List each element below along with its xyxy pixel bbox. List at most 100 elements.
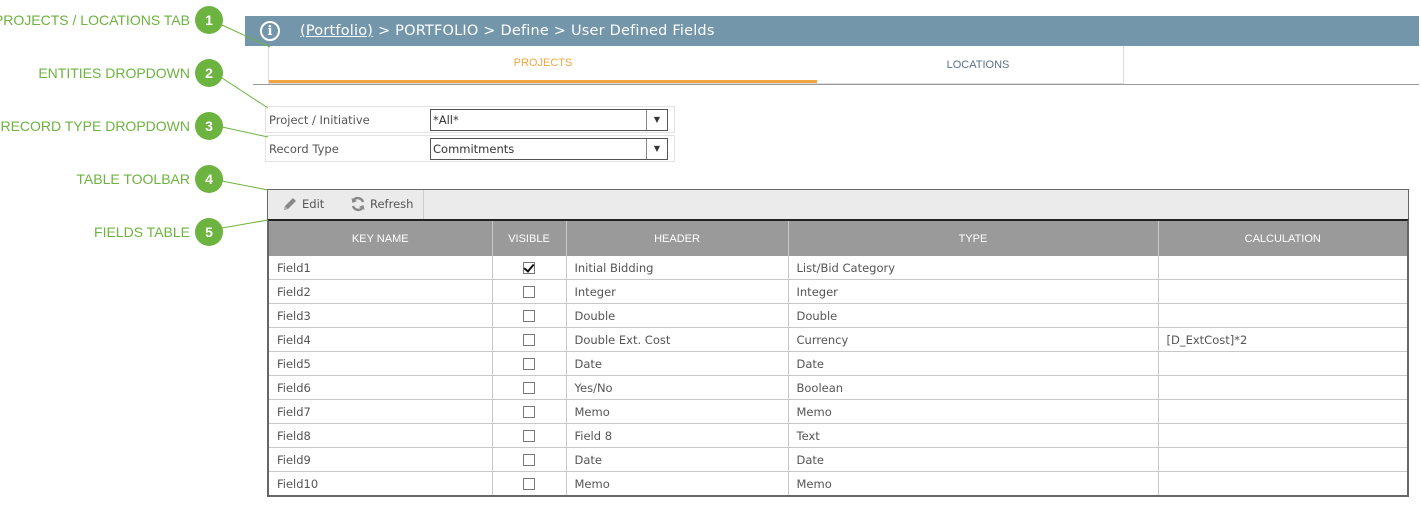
table-header-row: KEY NAME VISIBLE HEADER TYPE CALCULATION	[269, 221, 1407, 256]
project-dropdown[interactable]: *All* ▼	[430, 108, 668, 131]
table-row[interactable]: Field7 Memo Memo	[269, 399, 1407, 424]
column-header-header[interactable]: HEADER	[566, 221, 789, 256]
header-cell: Date	[566, 447, 789, 472]
callout-label-fields-table: FIELDS TABLE	[94, 224, 190, 240]
project-filter-label: Project / Initiative	[269, 112, 370, 127]
visible-checkbox[interactable]	[523, 334, 535, 346]
visible-checkbox[interactable]	[523, 286, 535, 298]
pencil-icon	[284, 198, 296, 210]
project-filter-row: Project / Initiative *All* ▼	[265, 106, 675, 133]
fields-table: KEY NAME VISIBLE HEADER TYPE CALCULATION…	[267, 219, 1409, 497]
chevron-down-icon[interactable]: ▼	[646, 109, 667, 130]
record-type-label: Record Type	[269, 141, 339, 156]
calculation-cell: [D_ExtCost]*2	[1158, 327, 1407, 352]
table-row[interactable]: Field10 Memo Memo	[269, 471, 1407, 495]
visible-checkbox[interactable]	[523, 310, 535, 322]
callout-badge-2: 2	[195, 59, 223, 87]
header-cell: Initial Bidding	[566, 256, 789, 280]
callout-badge-4: 4	[195, 165, 223, 193]
callout-label-record-type: RECORD TYPE DROPDOWN	[0, 118, 190, 134]
key-name-cell: Field5	[269, 351, 493, 376]
calculation-cell	[1158, 303, 1407, 328]
tab-projects[interactable]: PROJECTS	[269, 46, 817, 83]
table-row[interactable]: Field2 Integer Integer	[269, 279, 1407, 304]
column-header-calculation[interactable]: CALCULATION	[1158, 221, 1407, 256]
visible-cell	[492, 327, 567, 352]
callout-label-toolbar: TABLE TOOLBAR	[76, 171, 190, 187]
visible-cell	[492, 303, 567, 328]
breadcrumb: (Portfolio) > PORTFOLIO > Define > User …	[300, 23, 715, 39]
column-header-visible[interactable]: VISIBLE	[492, 221, 567, 256]
table-row[interactable]: Field3 Double Double	[269, 303, 1407, 328]
breadcrumb-path: > PORTFOLIO > Define > User Defined Fiel…	[373, 23, 715, 39]
calculation-cell	[1158, 399, 1407, 424]
key-name-cell: Field2	[269, 279, 493, 304]
visible-cell	[492, 351, 567, 376]
key-name-cell: Field7	[269, 399, 493, 424]
type-cell: Date	[788, 351, 1159, 376]
calculation-cell	[1158, 375, 1407, 400]
table-row[interactable]: Field8 Field 8 Text	[269, 423, 1407, 448]
edit-button[interactable]: Edit	[282, 196, 324, 212]
tab-locations[interactable]: LOCATIONS	[817, 46, 1139, 83]
toolbar-button-group: Edit Refresh	[268, 190, 424, 222]
table-body: Field1 Initial Bidding List/Bid Category Fi…	[269, 256, 1407, 495]
header-cell: Integer	[566, 279, 789, 304]
calculation-cell	[1158, 351, 1407, 376]
callout-label-entities: ENTITIES DROPDOWN	[38, 65, 190, 81]
calculation-cell	[1158, 447, 1407, 472]
header-cell: Memo	[566, 399, 789, 424]
visible-cell	[492, 447, 567, 472]
record-type-dropdown[interactable]: Commitments ▼	[430, 137, 668, 160]
callout-badge-1: 1	[195, 6, 223, 34]
calculation-cell	[1158, 423, 1407, 448]
type-cell: Integer	[788, 279, 1159, 304]
column-header-key-name[interactable]: KEY NAME	[269, 221, 493, 256]
visible-cell	[492, 399, 567, 424]
visible-cell	[492, 423, 567, 448]
visible-checkbox[interactable]	[523, 454, 535, 466]
callout-badge-5: 5	[195, 218, 223, 246]
visible-cell	[492, 375, 567, 400]
breadcrumb-portfolio-link[interactable]: (Portfolio)	[300, 23, 373, 39]
visible-checkbox[interactable]	[523, 430, 535, 442]
table-row[interactable]: Field4 Double Ext. Cost Currency [D_ExtCost…	[269, 327, 1407, 352]
type-cell: Double	[788, 303, 1159, 328]
chevron-down-icon[interactable]: ▼	[646, 138, 667, 159]
refresh-button-label: Refresh	[370, 197, 414, 211]
visible-cell	[492, 256, 567, 280]
leader-line-4	[221, 180, 269, 191]
type-cell: List/Bid Category	[788, 256, 1159, 280]
filters-panel: Project / Initiative *All* ▼ Record Type…	[265, 106, 675, 164]
table-row[interactable]: Field5 Date Date	[269, 351, 1407, 376]
callout-badge-3: 3	[195, 112, 223, 140]
callout-label-tabs: PROJECTS / LOCATIONS TAB	[0, 12, 190, 28]
projects-locations-tabs: PROJECTS LOCATIONS	[253, 46, 1419, 85]
visible-checkbox[interactable]	[523, 262, 535, 274]
visible-checkbox[interactable]	[523, 358, 535, 370]
visible-checkbox[interactable]	[523, 478, 535, 490]
type-cell: Text	[788, 423, 1159, 448]
header-cell: Yes/No	[566, 375, 789, 400]
visible-checkbox[interactable]	[523, 382, 535, 394]
key-name-cell: Field4	[269, 327, 493, 352]
page-header: i (Portfolio) > PORTFOLIO > Define > Use…	[245, 16, 1419, 46]
table-row[interactable]: Field1 Initial Bidding List/Bid Category	[269, 256, 1407, 280]
header-cell: Field 8	[566, 423, 789, 448]
table-row[interactable]: Field9 Date Date	[269, 447, 1407, 472]
type-cell: Memo	[788, 399, 1159, 424]
table-row[interactable]: Field6 Yes/No Boolean	[269, 375, 1407, 400]
key-name-cell: Field1	[269, 256, 493, 280]
type-cell: Date	[788, 447, 1159, 472]
record-type-filter-row: Record Type Commitments ▼	[265, 135, 675, 162]
edit-button-label: Edit	[302, 197, 325, 211]
type-cell: Currency	[788, 327, 1159, 352]
visible-checkbox[interactable]	[523, 406, 535, 418]
project-dropdown-value: *All*	[433, 112, 459, 127]
header-cell: Memo	[566, 471, 789, 495]
column-header-type[interactable]: TYPE	[788, 221, 1159, 256]
key-name-cell: Field9	[269, 447, 493, 472]
refresh-button[interactable]: Refresh	[350, 196, 413, 212]
header-cell: Double Ext. Cost	[566, 327, 789, 352]
info-icon[interactable]: i	[260, 21, 280, 41]
